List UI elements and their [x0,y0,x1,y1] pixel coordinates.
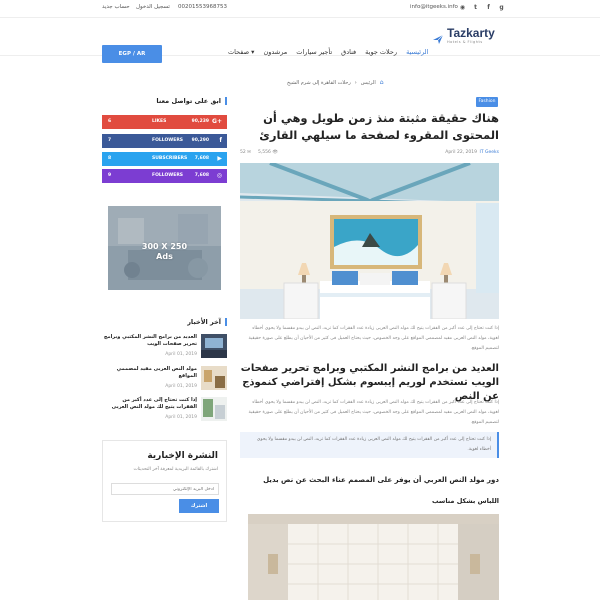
article-hero-image [240,163,499,319]
news-date: April 01, 2019 [165,352,197,357]
top-bar: info@itgeeks.info ◉ t f g 00201553968753… [0,0,600,18]
article-heading-4: اللباس بشكل مناسب [432,497,499,505]
nav-item-car-rental[interactable]: تأجير سيارات [296,48,332,56]
nav-item-flights[interactable]: رحلات جوية [365,48,397,56]
news-thumbnail[interactable] [201,366,227,390]
breadcrumb-separator: › [354,79,357,86]
article-views: 5,556 👁 [258,150,278,155]
site-logo[interactable]: Tazkarty Hotels & Flights [432,26,495,44]
social-label: SUBSCRIBERS [152,156,188,161]
article-quote: إذا كنت تحتاج إلى عدد أكبر من الفقرات يت… [240,432,499,458]
article-paragraph-1: إذا كنت تحتاج إلى عدد أكبر من الفقرات يت… [248,326,499,351]
eye-icon: 👁 [272,150,279,155]
social-index: 8 [108,156,112,161]
news-date: April 01, 2019 [165,384,197,389]
news-item[interactable]: العديد من برامج النشر المكتبي وبرامج تحر… [102,334,227,360]
youtube-icon: ▶ [217,155,222,162]
social-index: 9 [108,173,112,178]
nav-item-guides[interactable]: مرشدون [263,48,287,56]
views-count: 5,556 [258,150,271,155]
social-count: 90,290 [191,138,209,143]
article-date: April 22, 2019 [445,150,477,155]
ad-label: 300 X 250 Ads [108,242,221,262]
article-author[interactable]: IT Geeks [480,150,499,155]
breadcrumb-home[interactable]: الرئيس [361,80,376,86]
newsletter-widget: النشرة الإخبارية اشترك بالقائمة البريدية… [102,440,227,522]
latest-news-title: آخر الأخبار [185,318,227,326]
article-image-2 [248,514,499,600]
instagram-icon[interactable]: ◉ [459,3,466,13]
google-plus-icon: G+ [212,118,222,125]
twitter-icon[interactable]: t [472,3,479,13]
breadcrumb: ⌂ الرئيس › رحلات القاهرة إلى شرم الشيخ [287,79,384,86]
social-widget-title: ابق على تواصل معنا [150,97,227,105]
category-tag[interactable]: Fashion [476,97,498,107]
breadcrumb-current: رحلات القاهرة إلى شرم الشيخ [287,79,351,86]
nav-item-pages[interactable]: صفحات ▾ [228,48,254,56]
news-item[interactable]: إذا كنت تحتاج إلى عدد أكبر من الفقرات يت… [102,397,227,423]
google-plus-icon[interactable]: g [498,3,505,13]
news-date: April 01, 2019 [165,415,197,420]
article-meta: IT Geeks April 22, 2019 5,556 👁 52 ✉ [240,150,499,158]
main-nav: الرئيسية رحلات جوية فنادق تأجير سيارات م… [228,48,428,56]
social-count: 7,608 [194,173,209,178]
top-social-icons: ◉ t f g [459,3,505,13]
news-thumbnail[interactable] [201,334,227,358]
news-title[interactable]: إذا كنت تحتاج إلى عدد أكبر من الفقرات يت… [102,397,197,411]
social-row-instagram[interactable]: ◎ 7,608 FOLLOWERS 9 [102,169,227,183]
contact-phone[interactable]: 00201553968753 [178,4,227,10]
news-title[interactable]: مولد النص العربى مفيد لمصممي المواقع [102,366,197,380]
news-thumbnail[interactable] [201,397,227,421]
newsletter-title: النشرة الإخبارية [147,451,218,461]
social-count: 90,239 [191,119,209,124]
ad-text: Ads [156,252,173,261]
currency-button[interactable]: EGP / AR [102,45,162,63]
ad-size: 300 X 250 [141,242,188,251]
article-comments[interactable]: 52 ✉ [240,150,251,155]
article-heading-3: دور مولد النص العربي أن يوفر على المصمم … [263,476,499,484]
article-title: هناك حقيقة مثبتة منذ زمن طويل وهي أن الم… [259,111,499,142]
login-link[interactable]: تسجيل الدخول [136,4,170,10]
social-row-facebook[interactable]: f 90,290 FOLLOWERS 7 [102,134,227,148]
news-item[interactable]: مولد النص العربى مفيد لمصممي المواقع Apr… [102,366,227,392]
social-count: 7,608 [194,156,209,161]
nav-item-hotels[interactable]: فنادق [341,48,356,56]
facebook-icon: f [219,137,222,144]
instagram-icon: ◎ [216,172,222,179]
comment-icon: ✉ [247,150,251,155]
newsletter-description: اشترك بالقائمة البريدية لمعرفة آخر التحد… [133,467,218,472]
social-row-google-plus[interactable]: G+ 90,239 LIKES 6 [102,115,227,129]
social-index: 6 [108,119,112,124]
nav-item-home[interactable]: الرئيسية [406,48,428,56]
logo-text: Tazkarty [447,26,495,40]
facebook-icon[interactable]: f [485,3,492,13]
social-label: FOLLOWERS [152,138,184,143]
logo-subtitle: Hotels & Flights [447,40,483,44]
newsletter-subscribe-button[interactable]: اشترك [179,499,219,513]
social-index: 7 [108,138,112,143]
social-label: LIKES [152,119,167,124]
site-header: Tazkarty Hotels & Flights الرئيسية رحلات… [0,18,600,63]
news-title[interactable]: العديد من برامج النشر المكتبي وبرامج تحر… [102,334,197,348]
comments-count: 52 [240,150,246,155]
social-label: FOLLOWERS [152,173,184,178]
home-icon[interactable]: ⌂ [380,79,384,86]
social-row-youtube[interactable]: ▶ 7,608 SUBSCRIBERS 8 [102,152,227,166]
contact-email[interactable]: info@itgeeks.info [410,4,458,10]
newsletter-email-input[interactable] [111,483,219,495]
plane-icon [432,30,444,44]
register-link[interactable]: حساب جديد [102,4,130,10]
article-paragraph-2: إذا كنت تحتاج إلى عدد أكبر من الفقرات يت… [248,400,499,425]
